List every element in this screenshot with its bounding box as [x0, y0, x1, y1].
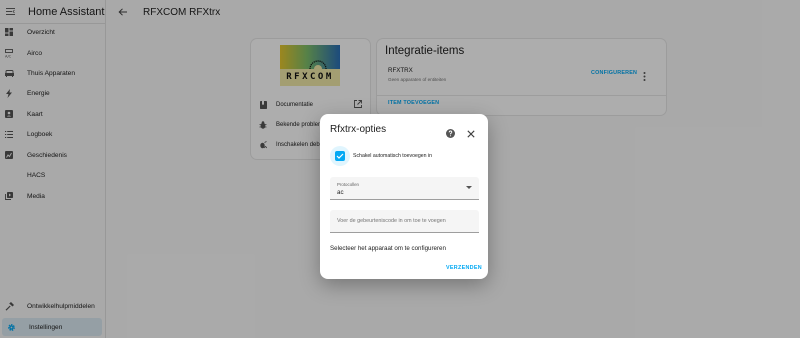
help-icon[interactable] — [446, 125, 455, 143]
auto-add-label: Schakel automatisch toevoegen in — [353, 153, 433, 159]
protocols-select[interactable]: Protocollen ac — [330, 177, 479, 200]
dialog-title: Rfxtrx-opties — [330, 124, 387, 135]
select-device-text: Selecteer het apparaat om te configurere… — [330, 245, 446, 252]
event-code-input[interactable]: Voer de gebeurteniscode in om toe te voe… — [330, 210, 479, 233]
protocols-select-label: Protocollen — [337, 182, 359, 187]
submit-button[interactable]: VERZENDEN — [446, 265, 482, 271]
close-icon[interactable] — [467, 125, 475, 143]
protocols-select-value: ac — [337, 189, 344, 196]
auto-add-checkbox[interactable] — [335, 151, 345, 161]
check-icon — [336, 153, 344, 159]
dropdown-arrow-icon — [466, 186, 472, 189]
options-dialog: Rfxtrx-opties Schakel automatisch toevoe… — [320, 114, 488, 279]
event-code-placeholder: Voer de gebeurteniscode in om toe te voe… — [337, 218, 446, 224]
